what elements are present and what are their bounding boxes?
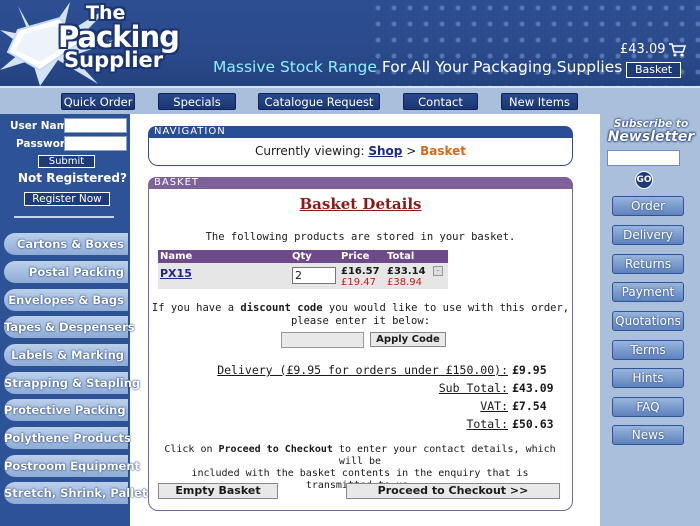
delivery-row: Delivery (£9.95 for orders under £150.00…: [148, 363, 508, 377]
table-row: PX15 2 £16.57 £19.47 £33.14 £38.94 ·: [158, 263, 448, 289]
breadcrumb-shop-link[interactable]: Shop: [368, 144, 402, 158]
basket-panel-heading: BASKET: [148, 177, 573, 189]
password-input[interactable]: [64, 136, 127, 151]
vat-value: £7.54: [512, 399, 547, 413]
info-link-payment[interactable]: Payment: [612, 282, 684, 302]
checkout-text-bold: Proceed to Checkout: [218, 444, 333, 455]
column-header-price: Price: [341, 251, 370, 262]
price-inc-vat: £19.47: [341, 277, 376, 288]
discount-text-bold: discount code: [240, 302, 323, 314]
breadcrumb-prefix: Currently viewing:: [254, 144, 369, 158]
category-stretch-shrink-pallet[interactable]: Stretch, Shrink, Pallet: [4, 482, 147, 504]
nav-quick-order[interactable]: Quick Order: [61, 93, 135, 110]
site-logo[interactable]: The Packing Supplier: [58, 4, 180, 72]
discount-line-2: please enter it below:: [290, 315, 431, 327]
vat-row: VAT:: [148, 399, 508, 413]
total-value: £50.63: [512, 417, 554, 431]
category-strapping-stapling[interactable]: Strapping & Stapling: [4, 372, 140, 394]
proceed-to-checkout-button[interactable]: Proceed to Checkout >>: [346, 483, 560, 499]
discount-line-1: If you have a discount code you would li…: [148, 302, 573, 315]
discount-code-input[interactable]: [281, 332, 364, 348]
vat-label: VAT:: [480, 399, 508, 413]
username-input[interactable]: [64, 118, 127, 133]
category-protective-packing[interactable]: Protective Packing: [4, 399, 128, 421]
basket-table-header: Name Qty Price Total: [158, 250, 448, 263]
subtotal-label: Sub Total:: [438, 381, 508, 395]
page-title: Basket Details: [299, 195, 422, 213]
column-header-name: Name: [160, 251, 193, 262]
price-ex-vat: £16.57: [341, 266, 380, 277]
column-header-qty: Qty: [292, 251, 312, 262]
remove-icon: ·: [436, 267, 440, 275]
newsletter-email-input[interactable]: [607, 150, 680, 166]
tagline-part-2: For All Your Packaging Supplies: [381, 58, 623, 76]
total-ex-vat: £33.14: [387, 266, 426, 277]
sidebar-divider: [14, 216, 114, 218]
discount-text-pre: If you have a: [151, 302, 241, 314]
info-link-terms[interactable]: Terms: [612, 340, 684, 360]
header-basket-button[interactable]: Basket: [626, 62, 681, 78]
discount-text-post: you would like to use with this order,: [322, 302, 570, 314]
category-envelopes-bags[interactable]: Envelopes & Bags: [4, 289, 128, 311]
nav-catalogue-request[interactable]: Catalogue Request: [258, 93, 380, 110]
login-submit-button[interactable]: Submit: [38, 155, 95, 168]
category-postroom-equipment[interactable]: Postroom Equipment: [4, 455, 140, 477]
breadcrumb-separator: >: [402, 144, 421, 158]
newsletter-label: Newsletter: [607, 129, 695, 145]
info-link-quotations[interactable]: Quotations: [612, 311, 684, 331]
navigation-panel-heading: NAVIGATION: [148, 126, 573, 138]
category-polythene-products[interactable]: Polythene Products: [4, 427, 131, 449]
category-cartons-boxes[interactable]: Cartons & Boxes: [4, 233, 128, 255]
delivery-label[interactable]: Delivery (£9.95 for orders under £150.00…: [217, 363, 508, 377]
breadcrumb-current: Basket: [420, 144, 466, 158]
column-header-total: Total: [387, 251, 415, 262]
nav-new-items[interactable]: New Items: [501, 93, 578, 110]
category-postal-packing[interactable]: Postal Packing: [4, 261, 128, 283]
info-link-returns[interactable]: Returns: [612, 254, 684, 274]
info-link-delivery[interactable]: Delivery: [612, 225, 684, 245]
category-tapes-despensers[interactable]: Tapes & Despensers: [4, 316, 135, 338]
register-now-button[interactable]: Register Now: [24, 192, 110, 206]
total-row: Total:: [148, 417, 508, 431]
info-link-hints[interactable]: Hints: [612, 368, 684, 388]
top-nav-bar: Quick Order Specials Catalogue Request C…: [0, 86, 700, 114]
not-registered-label: Not Registered?: [18, 171, 127, 185]
info-link-order[interactable]: Order: [612, 196, 684, 216]
cart-total: £43.09: [620, 42, 666, 57]
subtotal-row: Sub Total:: [148, 381, 508, 395]
checkout-line-1: Click on Proceed to Checkout to enter yo…: [160, 444, 560, 468]
empty-basket-button[interactable]: Empty Basket: [158, 483, 278, 499]
tagline-part-1: Massive Stock Range: [213, 58, 382, 76]
product-link[interactable]: PX15: [160, 267, 192, 280]
info-link-faq[interactable]: FAQ: [612, 397, 684, 417]
basket-intro-text: The following products are stored in you…: [205, 231, 516, 243]
checkout-text-pre: Click on: [164, 444, 219, 455]
checkout-text-post: to enter your contact details, which wil…: [332, 444, 556, 467]
tagline: Massive Stock Range For All Your Packagi…: [213, 58, 622, 76]
logo-line-3: Supplier: [64, 48, 164, 72]
category-labels-marking[interactable]: Labels & Marking: [4, 344, 128, 366]
discount-instructions: If you have a discount code you would li…: [148, 302, 573, 328]
total-label: Total:: [466, 417, 508, 431]
nav-specials[interactable]: Specials: [158, 93, 236, 110]
breadcrumb: Currently viewing: Shop > Basket: [148, 144, 573, 158]
subtotal-value: £43.09: [512, 381, 554, 395]
apply-code-button[interactable]: Apply Code: [370, 332, 446, 347]
delivery-value: £9.95: [512, 363, 547, 377]
remove-item-button[interactable]: ·: [433, 266, 443, 276]
nav-contact[interactable]: Contact: [403, 93, 478, 110]
info-link-news[interactable]: News: [612, 425, 684, 445]
newsletter-go-button[interactable]: GO: [635, 171, 653, 189]
shopping-cart-icon[interactable]: [668, 42, 686, 58]
site-header: The Packing Supplier Massive Stock Range…: [0, 0, 700, 86]
total-inc-vat: £38.94: [387, 277, 422, 288]
quantity-input[interactable]: 2: [292, 267, 336, 284]
